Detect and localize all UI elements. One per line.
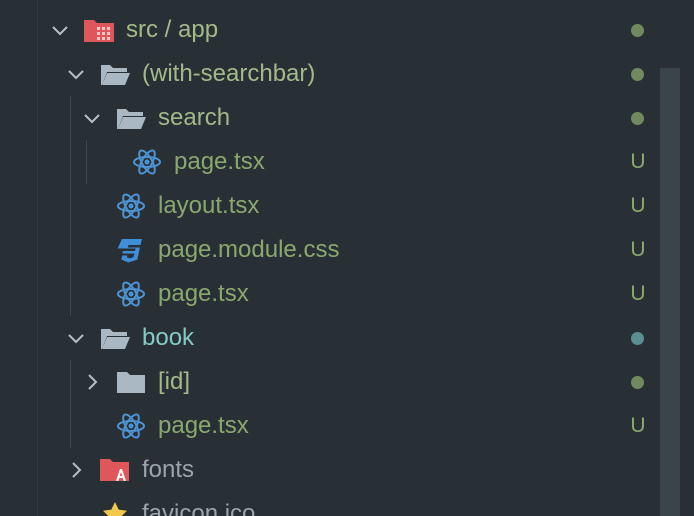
chevron-down-icon[interactable] — [66, 64, 86, 84]
tree-row-src-app[interactable]: src / app — [0, 8, 660, 52]
folder-open-icon — [99, 60, 131, 88]
tree-item-label: book — [142, 324, 195, 351]
file-explorer: src / app (with-searchbar) search page.t… — [0, 0, 694, 516]
git-untracked-badge: U — [630, 194, 646, 217]
tree-item-label: src / app — [126, 16, 219, 43]
tree-item-label: favicon.ico — [142, 500, 256, 516]
chevron-right-icon[interactable] — [66, 460, 86, 480]
tree-row-file[interactable]: page.module.css U — [0, 228, 660, 272]
tree-item-label: page.tsx — [158, 412, 249, 439]
tree-row-fonts[interactable]: fonts — [0, 448, 660, 492]
tree-item-label: search — [158, 104, 231, 131]
react-icon — [115, 412, 147, 440]
modified-dot — [631, 68, 644, 81]
app-folder-icon — [83, 16, 115, 44]
chevron-down-icon[interactable] — [50, 20, 70, 40]
tree-row-book[interactable]: book — [0, 316, 660, 360]
react-icon — [115, 192, 147, 220]
chevron-right-icon[interactable] — [82, 372, 102, 392]
tree-item-label: page.tsx — [158, 280, 249, 307]
git-untracked-badge: U — [630, 282, 646, 305]
tree-row-file[interactable]: page.tsx U — [0, 272, 660, 316]
tree-row-file[interactable]: page.tsx U — [0, 140, 660, 184]
tree-item-label: layout.tsx — [158, 192, 260, 219]
modified-dot — [631, 376, 644, 389]
folder-open-icon — [115, 104, 147, 132]
tree-item-label: [id] — [158, 368, 191, 395]
git-untracked-badge: U — [630, 414, 646, 437]
tree-row-file[interactable]: layout.tsx U — [0, 184, 660, 228]
git-untracked-badge: U — [630, 238, 646, 261]
tree-item-label: page.tsx — [174, 148, 265, 175]
scrollbar-thumb[interactable] — [660, 68, 680, 516]
modified-dot — [631, 112, 644, 125]
fonts-folder-icon — [99, 456, 131, 484]
react-icon — [131, 148, 163, 176]
folder-open-icon — [99, 324, 131, 352]
folder-icon — [115, 368, 147, 396]
modified-dot — [631, 24, 644, 37]
tree-row-file[interactable]: page.tsx U — [0, 404, 660, 448]
chevron-down-icon[interactable] — [66, 328, 86, 348]
css-icon — [115, 236, 147, 264]
tree-row-id[interactable]: [id] — [0, 360, 660, 404]
react-icon — [115, 280, 147, 308]
tree-item-label: (with-searchbar) — [142, 60, 316, 87]
tree-row-search[interactable]: search — [0, 96, 660, 140]
star-icon — [99, 500, 131, 516]
tree-item-label: page.module.css — [158, 236, 340, 263]
git-untracked-badge: U — [630, 150, 646, 173]
chevron-down-icon[interactable] — [82, 108, 102, 128]
tree-row-favicon[interactable]: favicon.ico — [0, 492, 660, 516]
tree-item-label: fonts — [142, 456, 195, 483]
tree-row-with-searchbar[interactable]: (with-searchbar) — [0, 52, 660, 96]
modified-dot — [631, 332, 644, 345]
